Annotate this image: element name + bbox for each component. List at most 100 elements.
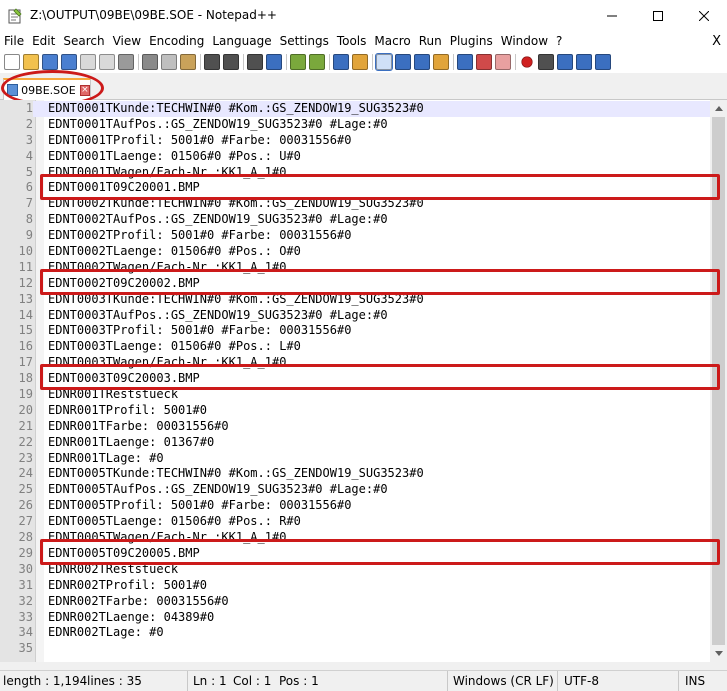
code-line[interactable]: 26 EDNT0005TProfil: 5001#0 #Farbe: 000315… xyxy=(0,498,710,514)
status-lines: lines : 35 xyxy=(84,671,188,691)
sync-vertical-icon[interactable] xyxy=(333,54,349,70)
menu-encoding[interactable]: Encoding xyxy=(145,32,208,51)
notepad-plus-plus-window: Z:\OUTPUT\09BE\09BE.SOE - Notepad++ File… xyxy=(0,0,727,691)
menu-language[interactable]: Language xyxy=(208,32,275,51)
menu-plugins[interactable]: Plugins xyxy=(446,32,497,51)
line-text: EDNT0005TProfil: 5001#0 #Farbe: 00031556… xyxy=(48,498,352,513)
code-line[interactable]: 16 EDNT0003TLaenge: 01506#0 #Pos.: L#0 xyxy=(0,339,710,355)
code-line[interactable]: 22 EDNR001TLaenge: 01367#0 xyxy=(0,435,710,451)
open-file-icon[interactable] xyxy=(23,54,39,70)
status-col: Col : 1 xyxy=(233,674,272,688)
find-icon[interactable] xyxy=(247,54,263,70)
play-macro-icon[interactable] xyxy=(557,54,573,70)
menu-macro[interactable]: Macro xyxy=(370,32,414,51)
code-line[interactable]: 27 EDNT0005TLaenge: 01506#0 #Pos.: R#0 xyxy=(0,514,710,530)
toolbar-separator xyxy=(453,54,454,70)
code-line[interactable]: 20 EDNR001TProfil: 5001#0 xyxy=(0,403,710,419)
status-encoding[interactable]: UTF-8 xyxy=(561,671,679,691)
word-wrap-icon[interactable] xyxy=(375,53,393,71)
close-all-icon[interactable] xyxy=(99,54,115,70)
line-number: 27 xyxy=(18,514,33,529)
toolbar-separator xyxy=(200,54,201,70)
line-text: EDNT0005TKunde:TECHWIN#0 #Kom.:GS_ZENDOW… xyxy=(48,466,424,481)
menu-tools[interactable]: Tools xyxy=(333,32,371,51)
line-text: EDNT0002TAufPos.:GS_ZENDOW19_SUG3523#0 #… xyxy=(48,212,388,227)
line-number: 12 xyxy=(18,275,33,290)
code-line[interactable]: 8 EDNT0002TAufPos.:GS_ZENDOW19_SUG3523#0 … xyxy=(0,212,710,228)
menu-settings[interactable]: Settings xyxy=(276,32,333,51)
code-line[interactable]: 35 xyxy=(0,641,710,657)
code-line[interactable]: 10 EDNT0002TLaenge: 01506#0 #Pos.: O#0 xyxy=(0,244,710,260)
scroll-down-button[interactable] xyxy=(710,645,727,662)
zoom-out-icon[interactable] xyxy=(309,54,325,70)
run-macro-multiple-icon[interactable] xyxy=(576,54,592,70)
code-line[interactable]: 9 EDNT0002TProfil: 5001#0 #Farbe: 0003155… xyxy=(0,228,710,244)
menu-view[interactable]: View xyxy=(109,32,145,51)
save-icon[interactable] xyxy=(42,54,58,70)
line-number: 25 xyxy=(18,482,33,497)
code-line[interactable]: 1 EDNT0001TKunde:TECHWIN#0 #Kom.:GS_ZENDO… xyxy=(0,101,710,117)
line-number: 1 xyxy=(0,101,33,117)
line-text: EDNT0003TLaenge: 01506#0 #Pos.: L#0 xyxy=(48,339,301,354)
line-number: 19 xyxy=(18,387,33,402)
status-mode[interactable]: INS xyxy=(682,671,727,691)
line-text: EDNR002TLaenge: 04389#0 xyxy=(48,609,215,624)
toolbar-separator xyxy=(515,54,516,70)
redo-icon[interactable] xyxy=(223,54,239,70)
status-eol[interactable]: Windows (CR LF) xyxy=(450,671,558,691)
code-line[interactable]: 25 EDNT0005TAufPos.:GS_ZENDOW19_SUG3523#0… xyxy=(0,482,710,498)
code-line[interactable]: 23 EDNR001TLage: #0 xyxy=(0,451,710,467)
function-list-icon[interactable] xyxy=(457,54,473,70)
line-number: 29 xyxy=(18,545,33,560)
save-all-icon[interactable] xyxy=(61,54,77,70)
replace-icon[interactable] xyxy=(266,54,282,70)
editor-area[interactable]: 1 EDNT0001TKunde:TECHWIN#0 #Kom.:GS_ZENDO… xyxy=(0,100,727,670)
save-macro-icon[interactable] xyxy=(595,54,611,70)
code-line[interactable]: 14 EDNT0003TAufPos.:GS_ZENDOW19_SUG3523#0… xyxy=(0,308,710,324)
code-line[interactable]: 3 EDNT0001TProfil: 5001#0 #Farbe: 0003155… xyxy=(0,133,710,149)
menu-edit[interactable]: Edit xyxy=(28,32,59,51)
line-number: 23 xyxy=(18,450,33,465)
code-line[interactable]: 33 EDNR002TLaenge: 04389#0 xyxy=(0,610,710,626)
zoom-in-icon[interactable] xyxy=(290,54,306,70)
undo-icon[interactable] xyxy=(204,54,220,70)
close-icon[interactable] xyxy=(80,54,96,70)
scroll-up-button[interactable] xyxy=(710,100,727,117)
line-number: 14 xyxy=(18,307,33,322)
stop-record-icon[interactable] xyxy=(538,54,554,70)
code-line[interactable]: 32 EDNR002TFarbe: 00031556#0 xyxy=(0,594,710,610)
line-number: 10 xyxy=(18,244,33,259)
code-line[interactable]: 2 EDNT0001TAufPos.:GS_ZENDOW19_SUG3523#0 … xyxy=(0,117,710,133)
document-map-icon[interactable] xyxy=(433,54,449,70)
copy-icon[interactable] xyxy=(161,54,177,70)
paste-icon[interactable] xyxy=(180,54,196,70)
new-file-icon[interactable] xyxy=(4,54,20,70)
close-window-button[interactable] xyxy=(681,0,727,32)
minimize-button[interactable] xyxy=(589,0,635,32)
menu-run[interactable]: Run xyxy=(415,32,446,51)
menu-search[interactable]: Search xyxy=(59,32,108,51)
toolbar-separator xyxy=(286,54,287,70)
record-macro-icon[interactable] xyxy=(521,56,533,68)
code-line[interactable]: 15 EDNT0003TProfil: 5001#0 #Farbe: 000315… xyxy=(0,323,710,339)
line-text: EDNR001TProfil: 5001#0 xyxy=(48,402,207,417)
menu-file[interactable]: File xyxy=(0,32,28,51)
cut-icon[interactable] xyxy=(142,54,158,70)
menu-help[interactable]: ? xyxy=(552,32,566,51)
code-line[interactable]: 4 EDNT0001TLaenge: 01506#0 #Pos.: U#0 xyxy=(0,149,710,165)
line-number: 8 xyxy=(25,212,33,227)
line-text: EDNR001TFarbe: 00031556#0 xyxy=(48,418,229,433)
maximize-button[interactable] xyxy=(635,0,681,32)
close-document-button[interactable]: X xyxy=(712,32,721,51)
monitoring-icon[interactable] xyxy=(495,54,511,70)
code-line[interactable]: 21 EDNR001TFarbe: 00031556#0 xyxy=(0,419,710,435)
indent-guide-icon[interactable] xyxy=(414,54,430,70)
show-all-chars-icon[interactable] xyxy=(395,54,411,70)
code-line[interactable]: 34 EDNR002TLage: #0 xyxy=(0,625,710,641)
folder-workspace-icon[interactable] xyxy=(476,54,492,70)
print-icon[interactable] xyxy=(118,54,134,70)
menu-window[interactable]: Window xyxy=(497,32,552,51)
sync-horizontal-icon[interactable] xyxy=(352,54,368,70)
code-line[interactable]: 24 EDNT0005TKunde:TECHWIN#0 #Kom.:GS_ZEND… xyxy=(0,466,710,482)
code-line[interactable]: 31 EDNR002TProfil: 5001#0 xyxy=(0,578,710,594)
